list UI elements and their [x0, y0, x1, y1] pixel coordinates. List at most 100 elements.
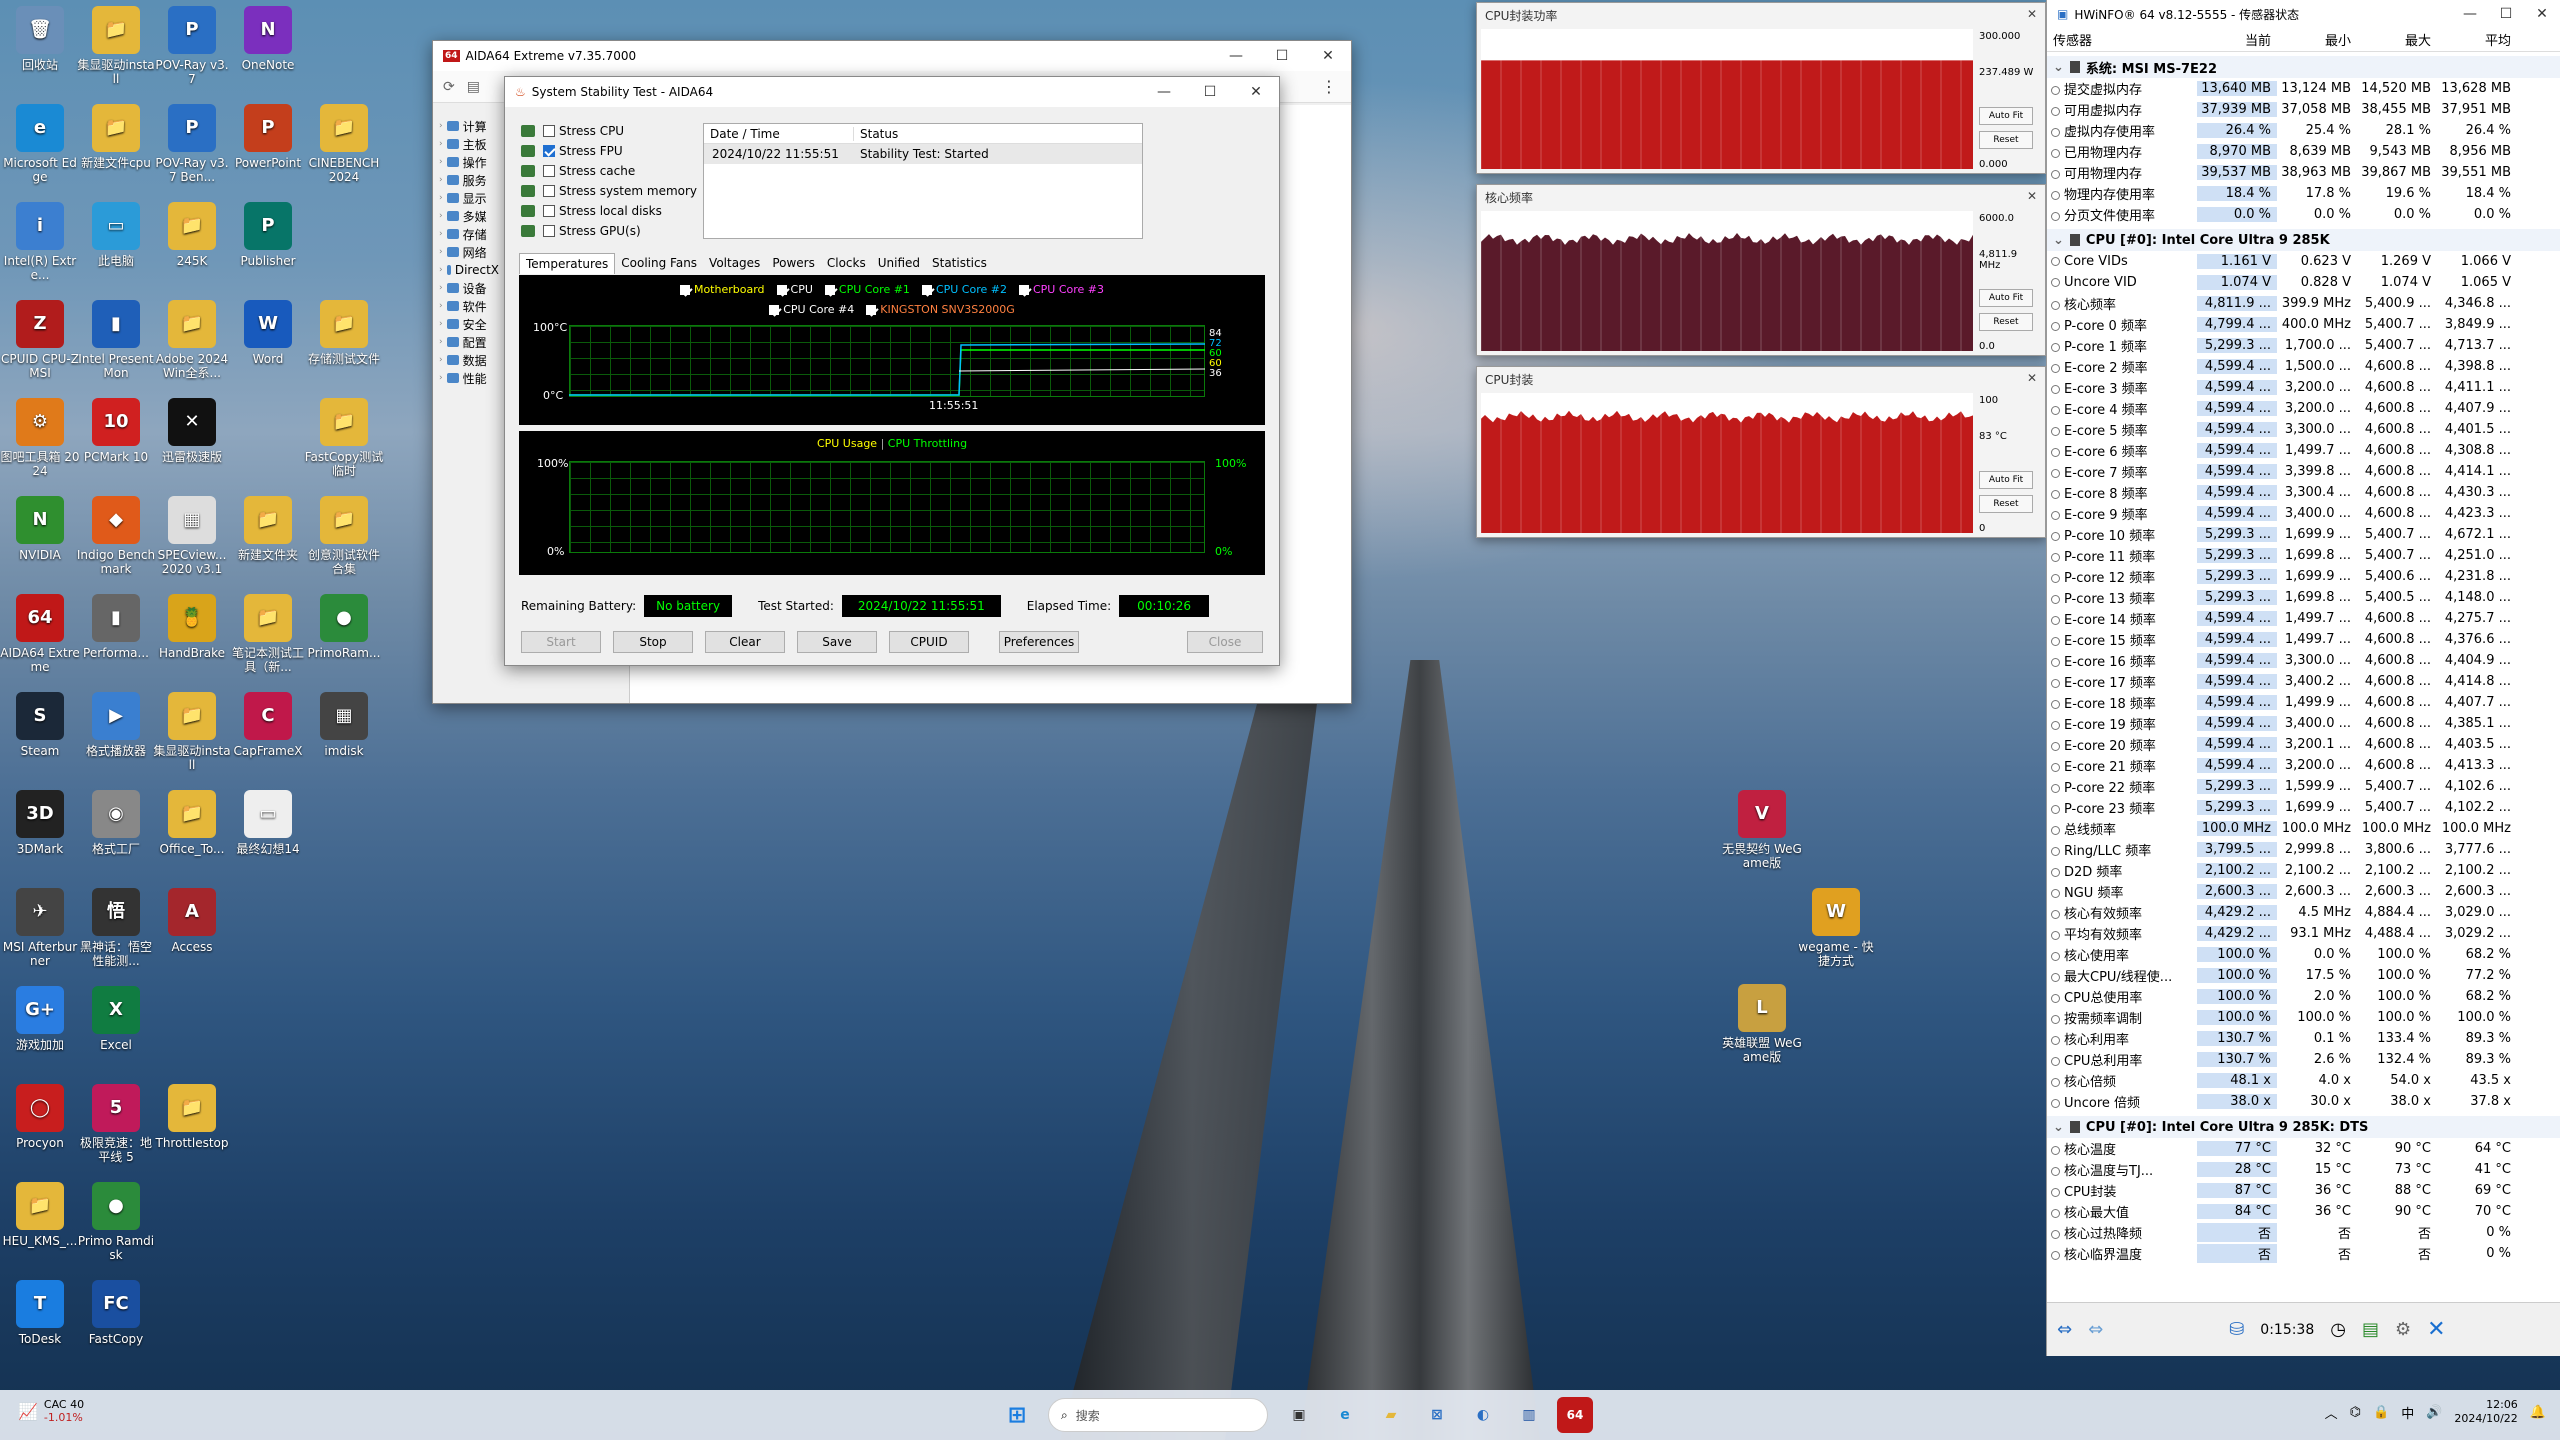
desktop-icon[interactable]: ▶ 格式播放器: [76, 692, 156, 758]
log-header-date[interactable]: Date / Time: [704, 126, 854, 141]
tab-unified[interactable]: Unified: [872, 253, 926, 274]
menu-icon[interactable]: ⋮: [1321, 77, 1337, 96]
sensor-row[interactable]: CPU封装 87 °C 36 °C 88 °C 69 °C: [2047, 1180, 2560, 1201]
desktop-icon[interactable]: 📁 集显驱动install: [152, 692, 232, 772]
stress-checkbox[interactable]: [543, 205, 555, 217]
search-box[interactable]: ⌕ 搜索: [1048, 1398, 1268, 1432]
arrows-alt-icon[interactable]: ⇔: [2088, 1319, 2103, 1340]
arrows-icon[interactable]: ⇔: [2057, 1319, 2072, 1340]
desktop-icon[interactable]: 5 极限竞速：地平线 5: [76, 1084, 156, 1164]
legend-item[interactable]: KINGSTON SNV3S2000G: [866, 301, 1015, 319]
desktop-icon[interactable]: ▮ Performa...: [76, 594, 156, 660]
log-header-status[interactable]: Status: [854, 127, 898, 141]
desktop-icon[interactable]: 📁 新建文件夹: [228, 496, 308, 562]
sensor-row[interactable]: P-core 13 频率 5,299.3 ... 1,699.8 ... 5,400.…: [2047, 587, 2560, 608]
sensor-row[interactable]: E-core 15 频率 4,599.4 ... 1,499.7 ... 4,600.…: [2047, 629, 2560, 650]
cpuid-button[interactable]: CPUID: [889, 631, 969, 653]
stress-checkbox[interactable]: [543, 125, 555, 137]
desktop-icon[interactable]: 3D 3DMark: [0, 790, 80, 856]
sensor-row[interactable]: P-core 12 频率 5,299.3 ... 1,699.9 ... 5,400.…: [2047, 566, 2560, 587]
desktop-icon[interactable]: 📁 新建文件cpu: [76, 104, 156, 170]
povray-taskbar-icon[interactable]: ◐: [1465, 1397, 1501, 1433]
sensor-row[interactable]: E-core 19 频率 4,599.4 ... 3,400.0 ... 4,600.…: [2047, 713, 2560, 734]
tree-item[interactable]: › 计算: [439, 117, 499, 135]
tree-item[interactable]: › 网络: [439, 243, 499, 261]
start-button[interactable]: ⊞: [999, 1397, 1035, 1433]
legend-checkbox[interactable]: [769, 305, 780, 315]
add-report-icon[interactable]: ▤: [2362, 1319, 2379, 1340]
stop-button[interactable]: Stop: [613, 631, 693, 653]
desktop-icon[interactable]: ● PrimoRam...: [304, 594, 384, 660]
sensor-row[interactable]: 核心有效频率 4,429.2 ... 4.5 MHz 4,884.4 ... 3,029…: [2047, 902, 2560, 923]
desktop-icon[interactable]: 📁 245K: [152, 202, 232, 268]
desktop-icon[interactable]: ▮ Intel PresentMon: [76, 300, 156, 380]
tab-voltages[interactable]: Voltages: [703, 253, 766, 274]
sensor-row[interactable]: CPU总使用率 100.0 % 2.0 % 100.0 % 68.2 %: [2047, 986, 2560, 1007]
desktop-icon[interactable]: W Word: [228, 300, 308, 366]
sensor-row[interactable]: NGU 频率 2,600.3 ... 2,600.3 ... 2,600.3 ... 2…: [2047, 881, 2560, 902]
reset-button[interactable]: Reset: [1979, 313, 2033, 331]
minimize-button[interactable]: —: [1213, 41, 1259, 71]
desktop-icon[interactable]: 悟黑神话：悟空 性能测...: [76, 888, 156, 968]
task-view-icon[interactable]: ▣: [1281, 1397, 1317, 1433]
desktop-icon[interactable]: ▭ 此电脑: [76, 202, 156, 268]
log-row[interactable]: 2024/10/22 11:55:51 Stability Test: Start…: [704, 144, 1142, 164]
desktop-icon[interactable]: 📁 Office_To...: [152, 790, 232, 856]
tree-item[interactable]: › DirectX: [439, 261, 499, 279]
tree-item[interactable]: › 显示: [439, 189, 499, 207]
close-button[interactable]: ✕: [1233, 77, 1279, 107]
hwinfo-column-header[interactable]: 最小: [2277, 30, 2357, 49]
sensor-row[interactable]: 已用物理内存 8,970 MB 8,639 MB 9,543 MB 8,956 MB: [2047, 141, 2560, 162]
hwinfo-column-header[interactable]: 传感器: [2047, 30, 2197, 49]
tree-item[interactable]: › 性能: [439, 369, 499, 387]
sensor-row[interactable]: E-core 9 频率 4,599.4 ... 3,400.0 ... 4,600.8…: [2047, 503, 2560, 524]
desktop-icon[interactable]: 📁 集显驱动install: [76, 6, 156, 86]
tab-clocks[interactable]: Clocks: [821, 253, 872, 274]
auto-fit-button[interactable]: Auto Fit: [1979, 107, 2033, 125]
chevron-up-icon[interactable]: ︿: [2325, 1403, 2338, 1422]
tab-powers[interactable]: Powers: [766, 253, 821, 274]
desktop-icon[interactable]: ● Primo Ramdisk: [76, 1182, 156, 1262]
desktop-icon[interactable]: V 无畏契约 WeGame版: [1722, 790, 1802, 870]
edge-taskbar-icon[interactable]: e: [1327, 1397, 1363, 1433]
stress-checkbox[interactable]: [543, 185, 555, 197]
desktop-icon[interactable]: S Steam: [0, 692, 80, 758]
desktop-icon[interactable]: P POV-Ray v3.7 Ben...: [152, 104, 232, 184]
minimize-button[interactable]: —: [2452, 0, 2488, 29]
desktop-icon[interactable]: Wwegame - 快捷方式: [1796, 888, 1876, 968]
ime-indicator[interactable]: 中: [2401, 1403, 2414, 1422]
sensor-row[interactable]: 核心温度与TJ... 28 °C 15 °C 73 °C 41 °C: [2047, 1159, 2560, 1180]
stress-option[interactable]: Stress CPU: [521, 121, 701, 141]
legend-checkbox[interactable]: [776, 285, 787, 295]
aida64-taskbar-icon[interactable]: 64: [1557, 1397, 1593, 1433]
save-button[interactable]: Save: [797, 631, 877, 653]
minimize-button[interactable]: —: [1141, 77, 1187, 107]
desktop-icon[interactable]: C CapFrameX: [228, 692, 308, 758]
maximize-button[interactable]: ☐: [2488, 0, 2524, 29]
desktop-icon[interactable]: N NVIDIA: [0, 496, 80, 562]
stress-option[interactable]: Stress system memory: [521, 181, 701, 201]
store-taskbar-icon[interactable]: ⊠: [1419, 1397, 1455, 1433]
sensor-row[interactable]: P-core 22 频率 5,299.3 ... 1,599.9 ... 5,400.…: [2047, 776, 2560, 797]
tree-item[interactable]: › 软件: [439, 297, 499, 315]
sensor-group-header[interactable]: ⌄ CPU [#0]: Intel Core Ultra 9 285K: [2047, 229, 2560, 251]
sensor-row[interactable]: 核心频率 4,811.9 ... 399.9 MHz 5,400.9 ... 4,346…: [2047, 293, 2560, 314]
preferences-button[interactable]: Preferences: [999, 631, 1079, 653]
sensor-row[interactable]: E-core 2 频率 4,599.4 ... 1,500.0 ... 4,600.8…: [2047, 356, 2560, 377]
desktop-icon[interactable]: ✕ 迅雷极速版: [152, 398, 232, 464]
clock-time[interactable]: 12:06: [2454, 1398, 2518, 1412]
reset-button[interactable]: Reset: [1979, 131, 2033, 149]
desktop-icon[interactable]: ✈ MSI Afterburner: [0, 888, 80, 968]
desktop-icon[interactable]: 10 PCMark 10: [76, 398, 156, 464]
sensor-row[interactable]: Uncore VID 1.074 V 0.828 V 1.074 V 1.065 V: [2047, 272, 2560, 293]
sensor-row[interactable]: E-core 8 频率 4,599.4 ... 3,300.4 ... 4,600.8…: [2047, 482, 2560, 503]
stress-option[interactable]: Stress GPU(s): [521, 221, 701, 241]
close-icon[interactable]: ✕: [2027, 371, 2037, 387]
desktop-icon[interactable]: ⚙ 图吧工具箱 2024: [0, 398, 80, 478]
sensor-row[interactable]: E-core 7 频率 4,599.4 ... 3,399.8 ... 4,600.8…: [2047, 461, 2560, 482]
desktop-icon[interactable]: Z CPUID CPU-Z MSI: [0, 300, 80, 380]
stress-option[interactable]: Stress local disks: [521, 201, 701, 221]
desktop-icon[interactable]: A Access: [152, 888, 232, 954]
desktop-icon[interactable]: 📁 存储测试文件: [304, 300, 384, 366]
desktop-icon[interactable]: P PowerPoint: [228, 104, 308, 170]
